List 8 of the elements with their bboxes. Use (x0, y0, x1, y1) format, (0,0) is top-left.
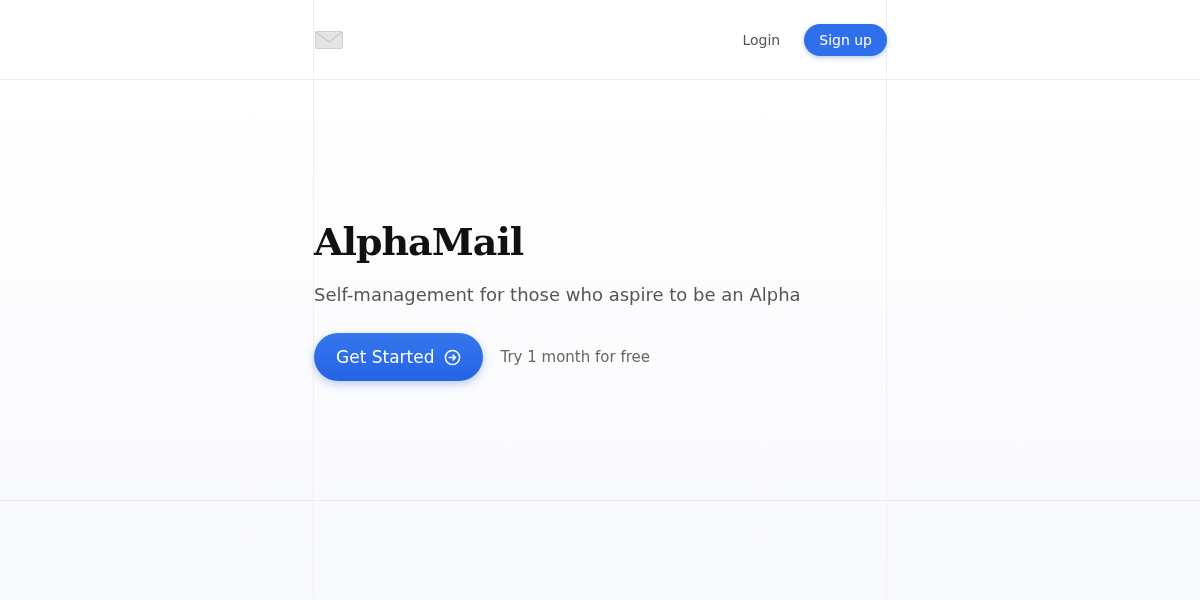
tagline: Self-management for those who aspire to be an Alpha (314, 284, 802, 305)
app-title: AlphaMail (314, 219, 525, 264)
get-started-button[interactable]: Get Started (314, 333, 484, 381)
login-link[interactable]: Login (742, 31, 781, 48)
sign-up-button[interactable]: Sign up (804, 23, 887, 56)
trial-note: Try 1 month for free (500, 348, 650, 366)
arrow-circle-icon (444, 348, 462, 366)
envelope-icon (315, 30, 343, 49)
